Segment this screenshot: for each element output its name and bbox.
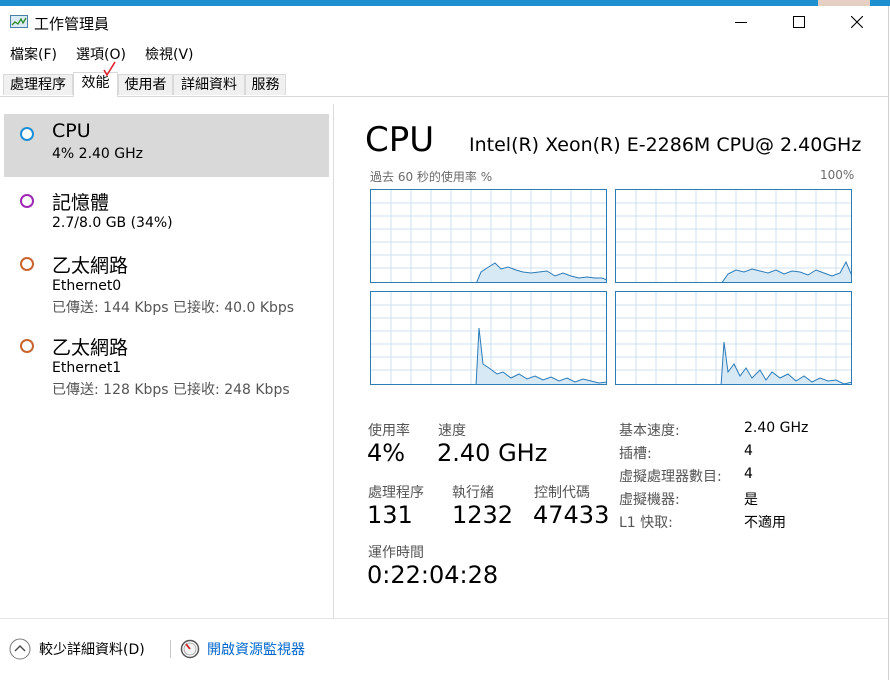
- graph-gridlines: [616, 190, 851, 282]
- menu-view[interactable]: 檢視(V): [145, 44, 194, 64]
- menu-file[interactable]: 檔案(F): [10, 44, 57, 64]
- l1-cache-value: 不適用: [744, 515, 786, 531]
- fewer-details-label: 較少詳細資料(D): [39, 642, 145, 658]
- core-graph-plot: [371, 292, 606, 384]
- sockets-label: 插槽:: [619, 446, 652, 462]
- resource-sidebar: CPU 4% 2.40 GHz 記憶體 2.7/8.0 GB (34%) 乙太網…: [0, 96, 333, 616]
- handles-label: 控制代碼: [534, 485, 590, 501]
- usage-value: 4%: [367, 439, 406, 467]
- cpu-core-graph: [370, 189, 607, 283]
- graph-max-label: 100%: [820, 168, 855, 182]
- core-graph-plot: [616, 190, 851, 282]
- task-manager-icon: [10, 15, 28, 28]
- core-usage-area: [476, 262, 606, 282]
- maximize-button[interactable]: [770, 6, 828, 38]
- page-title: CPU: [365, 120, 435, 160]
- footer-divider: [0, 618, 888, 619]
- resource-ethernet1-throughput: 已傳送: 128 Kbps 已接收: 248 Kbps: [52, 382, 290, 398]
- sidebar-divider: [333, 104, 334, 618]
- resource-ethernet0-adapter: Ethernet0: [52, 278, 122, 294]
- menu-options[interactable]: 選項(O): [76, 44, 126, 64]
- title-bar: 工作管理員: [0, 6, 888, 38]
- uptime-value: 0:22:04:28: [367, 561, 499, 589]
- resource-memory[interactable]: 記憶體 2.7/8.0 GB (34%): [4, 181, 329, 237]
- l1-cache-label: L1 快取:: [619, 515, 673, 531]
- tab-bar: 處理程序 效能 使用者 詳細資料 服務: [0, 72, 888, 97]
- usage-label: 使用率: [368, 423, 410, 439]
- base-speed-value: 2.40 GHz: [744, 420, 809, 436]
- core-graph-plot: [616, 292, 851, 384]
- resource-cpu-summary: 4% 2.40 GHz: [52, 146, 144, 162]
- close-button[interactable]: [828, 6, 886, 38]
- open-resource-monitor-link[interactable]: 開啟資源監視器: [180, 638, 305, 660]
- base-speed-label: 基本速度:: [619, 423, 680, 439]
- resource-ethernet1[interactable]: 乙太網路 Ethernet1 已傳送: 128 Kbps 已接收: 248 Kb…: [4, 326, 329, 398]
- cpu-indicator-icon: [20, 127, 34, 141]
- uptime-label: 運作時間: [368, 545, 424, 561]
- tab-services[interactable]: 服務: [245, 74, 286, 95]
- fewer-details-button[interactable]: 較少詳細資料(D): [9, 638, 145, 660]
- virtual-processors-value: 4: [744, 466, 753, 482]
- core-graph-plot: [371, 190, 606, 282]
- resource-ethernet0-name: 乙太網路: [52, 255, 129, 277]
- graph-caption: 過去 60 秒的使用率 %: [370, 170, 493, 184]
- resource-memory-name: 記憶體: [52, 192, 110, 214]
- cpu-core-graph: [615, 291, 852, 385]
- core-usage-area: [721, 260, 851, 282]
- close-icon: [851, 16, 863, 28]
- speed-value: 2.40 GHz: [437, 439, 548, 467]
- cpu-model-name: Intel(R) Xeon(R) E-2286M CPU@ 2.40GHz: [469, 134, 862, 156]
- ethernet0-indicator-icon: [20, 257, 34, 271]
- resource-ethernet1-adapter: Ethernet1: [52, 360, 122, 376]
- processes-value: 131: [367, 501, 413, 529]
- cpu-core-graph: [370, 291, 607, 385]
- open-resource-monitor-label: 開啟資源監視器: [207, 642, 305, 658]
- cpu-core-graph: [615, 189, 852, 283]
- ethernet1-indicator-icon: [20, 339, 34, 353]
- tab-users[interactable]: 使用者: [118, 74, 173, 95]
- resource-memory-summary: 2.7/8.0 GB (34%): [52, 215, 173, 231]
- maximize-icon: [793, 16, 805, 28]
- virtual-machine-label: 虛擬機器:: [619, 492, 680, 508]
- resource-monitor-icon: [180, 639, 200, 659]
- handles-value: 47433: [533, 501, 610, 529]
- threads-label: 執行緒: [452, 485, 494, 501]
- minimize-button[interactable]: [712, 6, 770, 38]
- sockets-value: 4: [744, 443, 753, 459]
- task-manager-window: 工作管理員 檔案(F) 選項(O) 檢視(V) 處理程序 效能 使用者 詳細資料…: [0, 6, 889, 680]
- resource-ethernet0[interactable]: 乙太網路 Ethernet0 已傳送: 144 Kbps 已接收: 40.0 K…: [4, 244, 329, 316]
- virtual-processors-label: 虛擬處理器數目:: [619, 469, 722, 485]
- footer-separator: [170, 640, 171, 658]
- threads-value: 1232: [452, 501, 514, 529]
- resource-ethernet1-name: 乙太網路: [52, 337, 129, 359]
- processes-label: 處理程序: [368, 485, 424, 501]
- checkmark-annotation-icon: [103, 61, 116, 77]
- memory-indicator-icon: [20, 194, 34, 208]
- tab-processes[interactable]: 處理程序: [3, 74, 73, 95]
- speed-label: 速度: [438, 423, 466, 439]
- core-usage-area: [720, 341, 851, 384]
- tab-details[interactable]: 詳細資料: [173, 74, 245, 95]
- resource-cpu[interactable]: CPU 4% 2.40 GHz: [4, 114, 329, 177]
- minimize-icon: [735, 22, 747, 23]
- resource-ethernet0-throughput: 已傳送: 144 Kbps 已接收: 40.0 Kbps: [52, 300, 295, 316]
- virtual-machine-value: 是: [744, 492, 758, 508]
- window-title: 工作管理員: [34, 15, 110, 33]
- resource-cpu-name: CPU: [52, 120, 91, 142]
- chevron-up-circle-icon: [9, 638, 31, 660]
